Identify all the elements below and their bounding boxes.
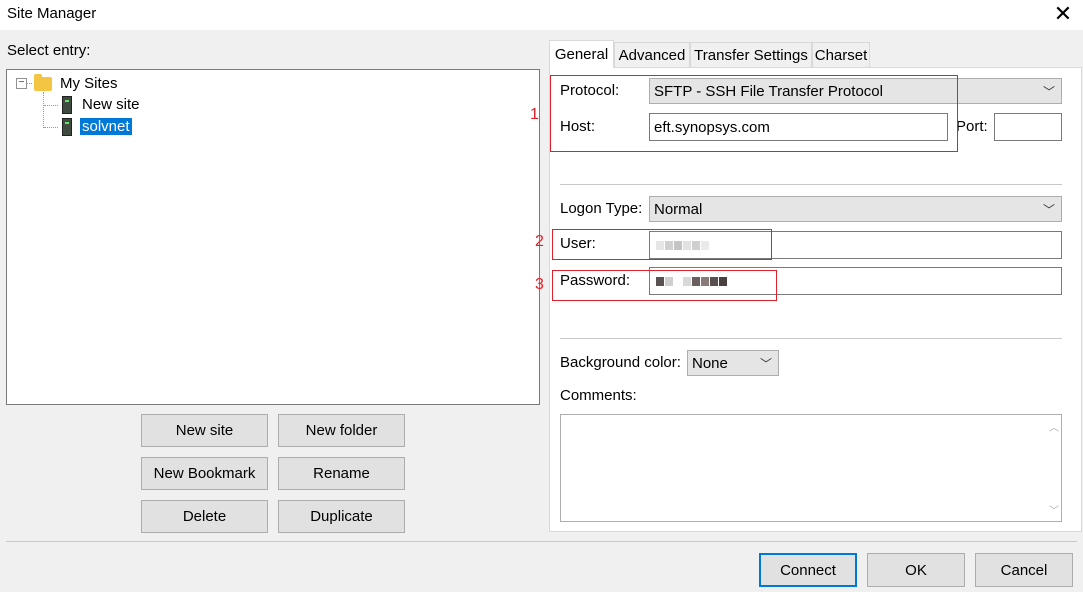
new-site-button[interactable]: New site [141, 414, 268, 447]
new-bookmark-button[interactable]: New Bookmark [141, 457, 268, 490]
new-folder-button[interactable]: New folder [278, 414, 405, 447]
logon-type-select[interactable]: Normal ﹀ [649, 196, 1062, 222]
tree-connector [44, 127, 58, 128]
background-color-label: Background color: [560, 354, 681, 371]
annotation-number-2: 2 [535, 233, 544, 250]
tree-item-label: New site [82, 96, 140, 113]
comments-textarea[interactable]: ︿ ﹀ [560, 414, 1062, 522]
tree-item-label: My Sites [60, 75, 118, 92]
footer-divider [6, 541, 1077, 542]
annotation-box-3 [552, 270, 777, 301]
tree-item-my-sites[interactable]: − My Sites [16, 73, 118, 94]
cancel-button[interactable]: Cancel [975, 553, 1073, 587]
background-color-select[interactable]: None ﹀ [687, 350, 779, 376]
chevron-down-icon: ﹀ [759, 357, 772, 371]
site-tree[interactable]: − My Sites New site solvnet [6, 69, 540, 405]
tree-connector [44, 105, 58, 106]
annotation-number-3: 3 [535, 276, 544, 293]
server-icon [62, 117, 72, 136]
tree-item-label: solvnet [80, 118, 132, 135]
select-entry-label: Select entry: [7, 42, 91, 59]
folder-icon [34, 73, 52, 91]
close-icon[interactable]: ✕ [1051, 0, 1075, 28]
connect-button[interactable]: Connect [759, 553, 857, 587]
chevron-down-icon: ﹀ [1042, 203, 1055, 217]
annotation-box-2 [552, 229, 772, 260]
divider [560, 338, 1062, 339]
duplicate-button[interactable]: Duplicate [278, 500, 405, 533]
annotation-number-1: 1 [530, 106, 539, 123]
collapse-icon[interactable]: − [16, 78, 27, 89]
tab-transfer-settings[interactable]: Transfer Settings [690, 42, 812, 68]
ok-button[interactable]: OK [867, 553, 965, 587]
tree-connector [27, 83, 32, 84]
background-color-value: None [692, 354, 728, 372]
rename-button[interactable]: Rename [278, 457, 405, 490]
scroll-down-icon[interactable]: ﹀ [1049, 502, 1059, 517]
title-bar: Site Manager ✕ [0, 0, 1083, 30]
tree-connector [43, 92, 44, 128]
logon-type-value: Normal [654, 200, 703, 218]
tab-general[interactable]: General [549, 40, 614, 68]
logon-type-label: Logon Type: [560, 200, 643, 217]
tab-advanced[interactable]: Advanced [614, 42, 690, 68]
annotation-box-1 [550, 75, 958, 152]
tree-item-new-site[interactable]: New site [62, 94, 140, 115]
comments-label: Comments: [560, 387, 637, 404]
scroll-up-icon[interactable]: ︿ [1049, 419, 1059, 434]
port-input[interactable] [994, 113, 1062, 141]
server-icon [62, 95, 72, 114]
delete-button[interactable]: Delete [141, 500, 268, 533]
chevron-down-icon: ﹀ [1042, 85, 1055, 99]
tree-item-solvnet[interactable]: solvnet [62, 116, 132, 137]
window-title: Site Manager [7, 5, 97, 22]
tab-charset[interactable]: Charset [812, 42, 870, 68]
port-label: Port: [956, 118, 988, 135]
divider [560, 184, 1062, 185]
